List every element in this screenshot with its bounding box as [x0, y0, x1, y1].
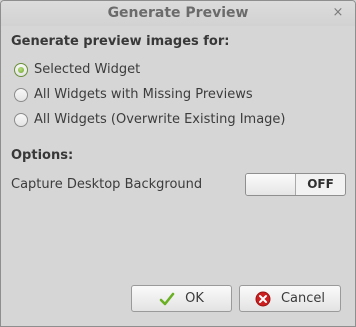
generate-preview-dialog: Generate Preview × Generate preview imag… — [0, 0, 356, 327]
generate-heading: Generate preview images for: — [11, 34, 230, 49]
cancel-button[interactable]: Cancel — [239, 285, 341, 312]
radio-button[interactable] — [14, 62, 28, 77]
toggle-knob[interactable] — [246, 174, 296, 195]
options-heading: Options: — [11, 148, 74, 163]
radio-label: All Widgets (Overwrite Existing Image) — [34, 112, 286, 127]
radio-label: All Widgets with Missing Previews — [34, 87, 253, 102]
radio-missing-previews[interactable]: All Widgets with Missing Previews — [14, 87, 253, 102]
radio-button[interactable] — [14, 87, 28, 102]
window-title: Generate Preview — [107, 5, 249, 21]
ok-button[interactable]: OK — [131, 285, 232, 312]
radio-selected-widget[interactable]: Selected Widget — [14, 62, 140, 77]
titlebar: Generate Preview × — [1, 1, 355, 26]
capture-desktop-toggle[interactable]: OFF — [245, 173, 346, 196]
checkmark-icon — [159, 291, 175, 307]
ok-label: OK — [185, 291, 204, 306]
radio-overwrite-existing[interactable]: All Widgets (Overwrite Existing Image) — [14, 112, 286, 127]
radio-button[interactable] — [14, 112, 28, 127]
cancel-icon — [255, 291, 271, 307]
capture-desktop-label: Capture Desktop Background — [11, 177, 203, 192]
toggle-state: OFF — [307, 177, 334, 191]
radio-label: Selected Widget — [34, 62, 141, 77]
close-icon[interactable]: × — [331, 6, 345, 20]
cancel-label: Cancel — [280, 291, 326, 306]
